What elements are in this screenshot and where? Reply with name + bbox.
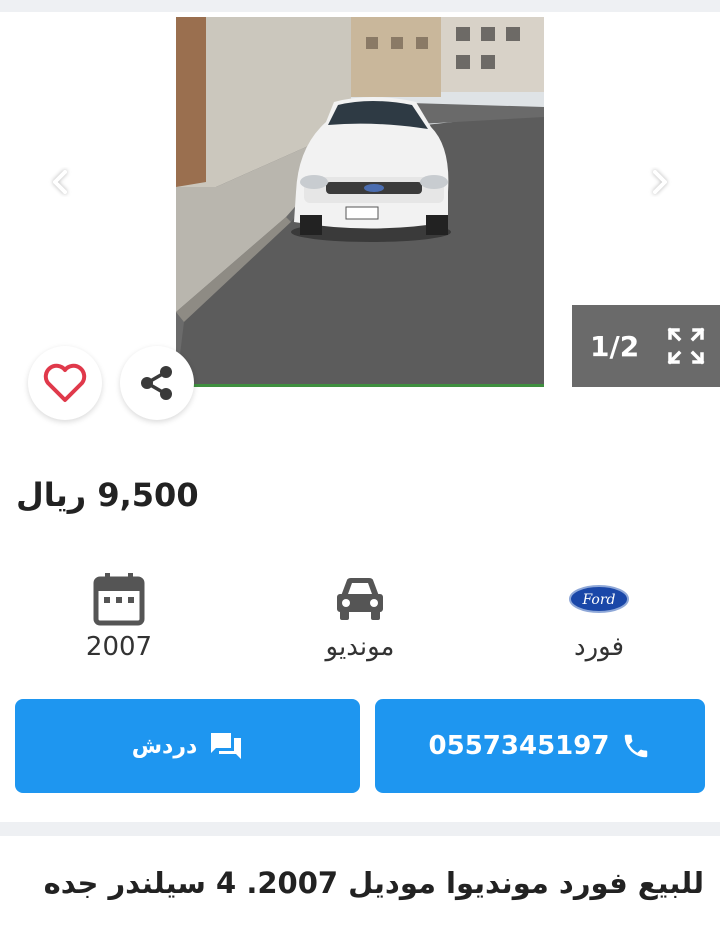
call-button[interactable]: 0557345197 bbox=[375, 699, 705, 793]
top-strip bbox=[0, 0, 720, 12]
ford-logo-icon: Ford bbox=[569, 585, 629, 613]
spec-make-label: فورد bbox=[574, 632, 624, 662]
price-amount: 9,500 bbox=[97, 476, 199, 514]
share-icon bbox=[141, 366, 172, 400]
chat-button[interactable]: دردش bbox=[15, 699, 360, 793]
fullscreen-icon[interactable] bbox=[666, 326, 706, 366]
next-image-button[interactable] bbox=[644, 167, 674, 197]
image-counter: 1/2 bbox=[590, 329, 640, 363]
image-gallery[interactable]: 1/2 bbox=[0, 12, 720, 442]
favorite-button[interactable] bbox=[28, 346, 102, 420]
chat-button-label: دردش bbox=[131, 733, 198, 759]
spec-year: 2007 bbox=[44, 570, 194, 662]
car-icon bbox=[337, 578, 383, 620]
car-photo[interactable] bbox=[176, 17, 544, 387]
spec-year-label: 2007 bbox=[85, 632, 153, 662]
spec-model-label: مونديو bbox=[325, 632, 395, 662]
price: 9,500 ريال bbox=[16, 476, 199, 514]
chat-icon bbox=[211, 733, 242, 759]
chevron-left-icon bbox=[53, 170, 67, 194]
previous-image-button[interactable] bbox=[46, 167, 76, 197]
listing-description: للبيع فورد مونديوا موديل 2007. 4 سيلندر … bbox=[43, 866, 704, 900]
share-button[interactable] bbox=[120, 346, 194, 420]
phone-icon bbox=[625, 734, 648, 758]
phone-number: 0557345197 bbox=[428, 731, 610, 761]
section-divider bbox=[0, 822, 720, 836]
car-photo-illustration bbox=[176, 17, 544, 387]
image-counter-panel[interactable]: 1/2 bbox=[572, 305, 720, 387]
calendar-icon bbox=[93, 573, 145, 626]
price-currency: ريال bbox=[16, 476, 87, 514]
spec-model: مونديو bbox=[285, 570, 435, 662]
chevron-right-icon bbox=[653, 170, 667, 194]
heart-icon bbox=[43, 363, 87, 402]
spec-make: Ford فورد bbox=[524, 570, 674, 662]
svg-text:Ford: Ford bbox=[581, 592, 615, 608]
